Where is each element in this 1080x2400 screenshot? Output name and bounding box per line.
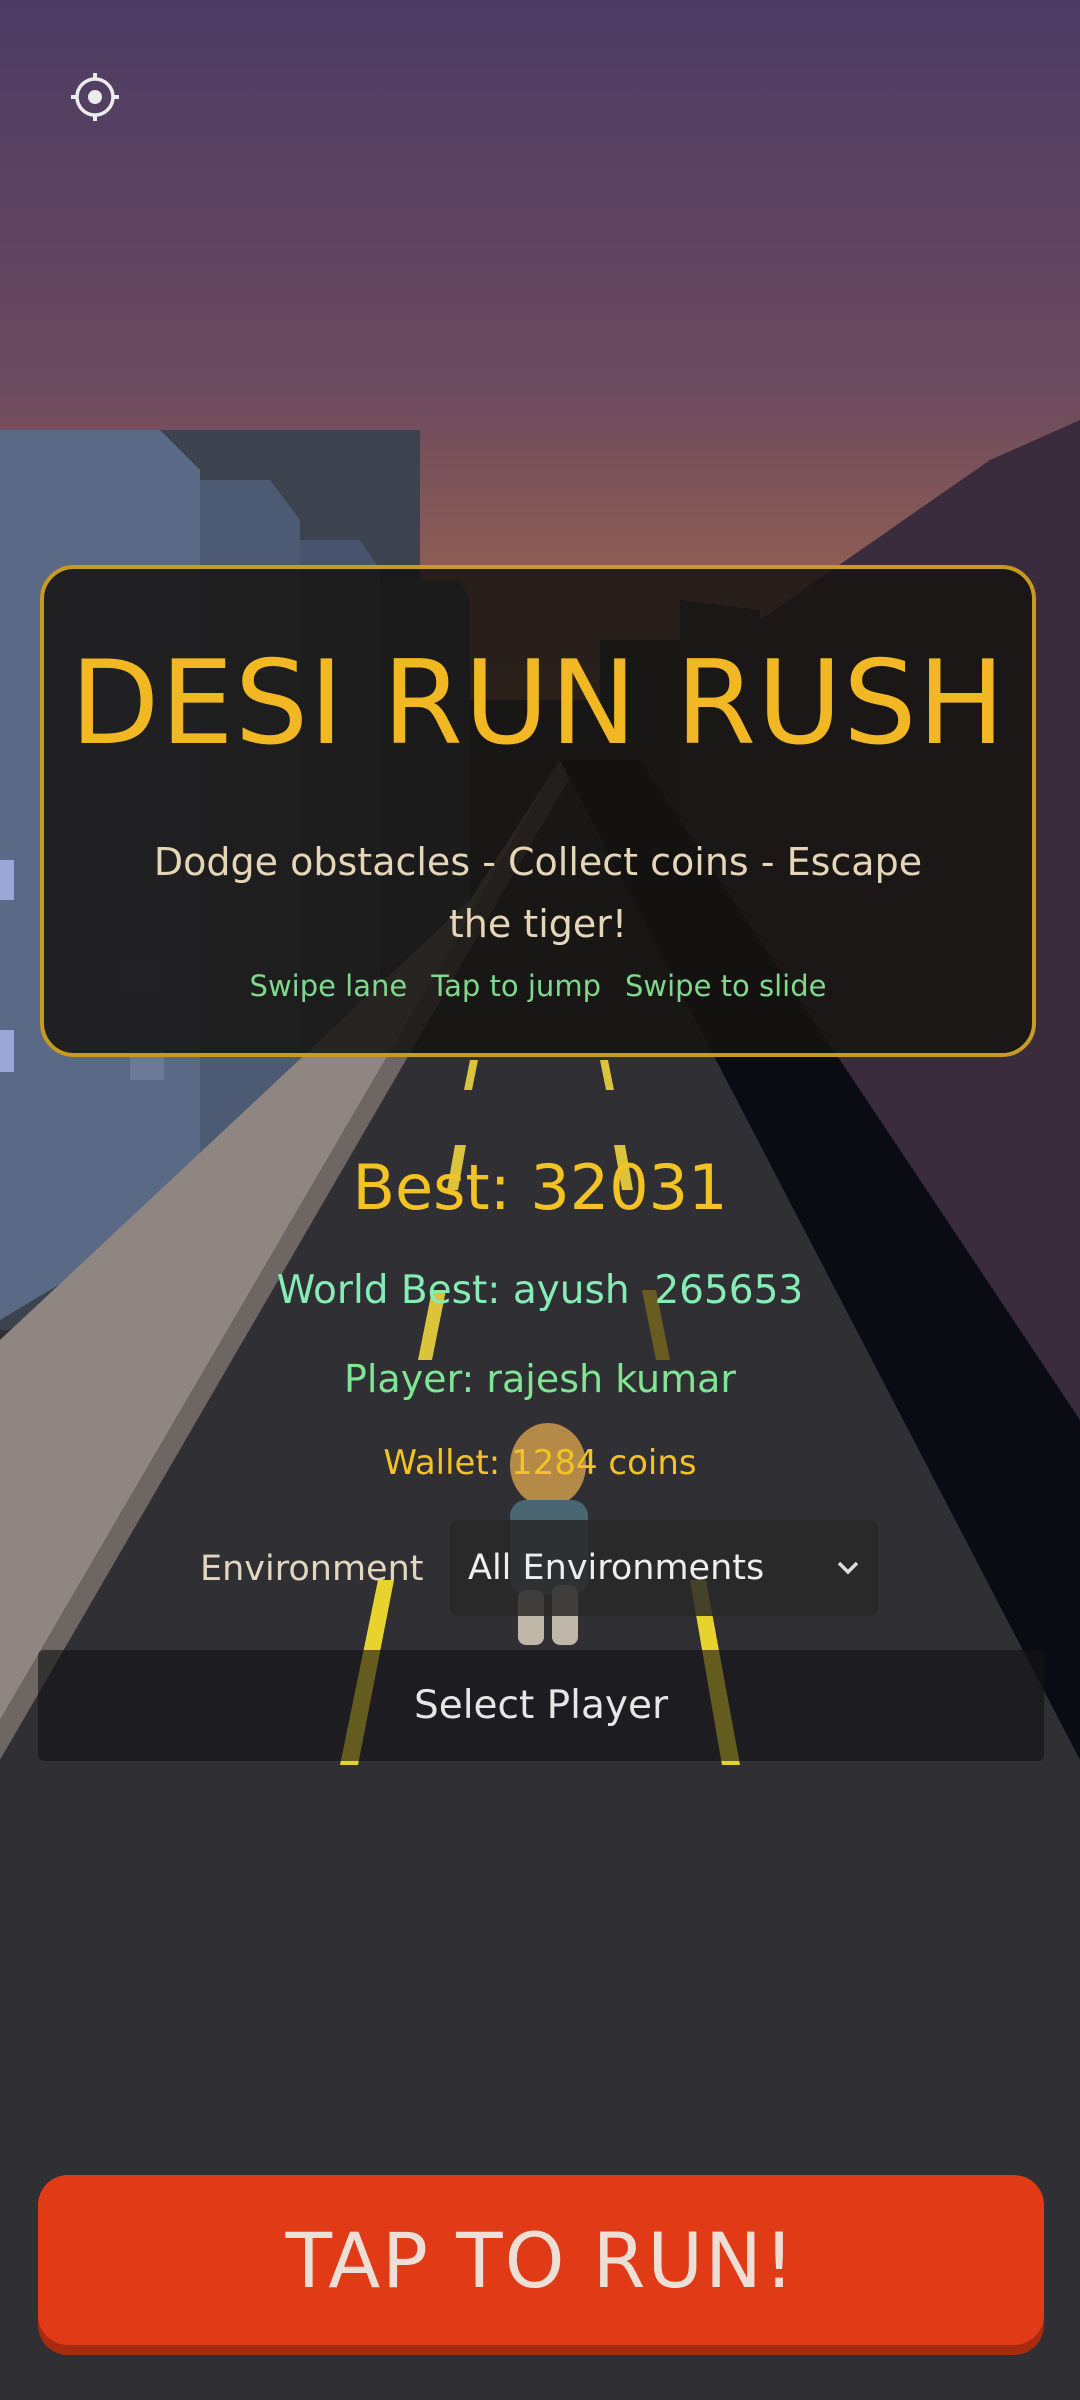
environment-select[interactable]: All Environments bbox=[450, 1520, 878, 1616]
best-score: Best: 32031 bbox=[352, 1151, 728, 1224]
tagline: Dodge obstacles - Collect coins - Escape… bbox=[153, 840, 923, 946]
settings-button[interactable] bbox=[60, 62, 130, 132]
game-screen: DESI RUN RUSH Dodge obstacles - Collect … bbox=[0, 0, 1080, 2400]
environment-selected-value: All Environments bbox=[468, 1548, 765, 1588]
player-name: Player: rajesh kumar bbox=[343, 1357, 737, 1401]
game-title: DESI RUN RUSH bbox=[70, 636, 1006, 771]
title-panel: DESI RUN RUSH Dodge obstacles - Collect … bbox=[40, 565, 1036, 1057]
hint-swipe-lane: Swipe lane bbox=[249, 969, 408, 1003]
settings-gear-icon bbox=[71, 73, 119, 121]
select-player-button[interactable]: Select Player bbox=[38, 1650, 1044, 1761]
tap-to-run-button[interactable]: TAP TO RUN! bbox=[38, 2175, 1044, 2345]
environment-label: Environment bbox=[200, 1549, 424, 1589]
control-hints: Swipe lane Tap to jump Swipe to slide bbox=[44, 969, 1032, 1003]
hint-tap-jump: Tap to jump bbox=[431, 969, 601, 1003]
world-best-score: World Best: ayush 265653 bbox=[276, 1268, 804, 1313]
hint-swipe-slide: Swipe to slide bbox=[624, 969, 827, 1003]
chevron-down-icon bbox=[837, 1561, 859, 1575]
wallet-balance: Wallet: 1284 coins bbox=[383, 1443, 697, 1483]
